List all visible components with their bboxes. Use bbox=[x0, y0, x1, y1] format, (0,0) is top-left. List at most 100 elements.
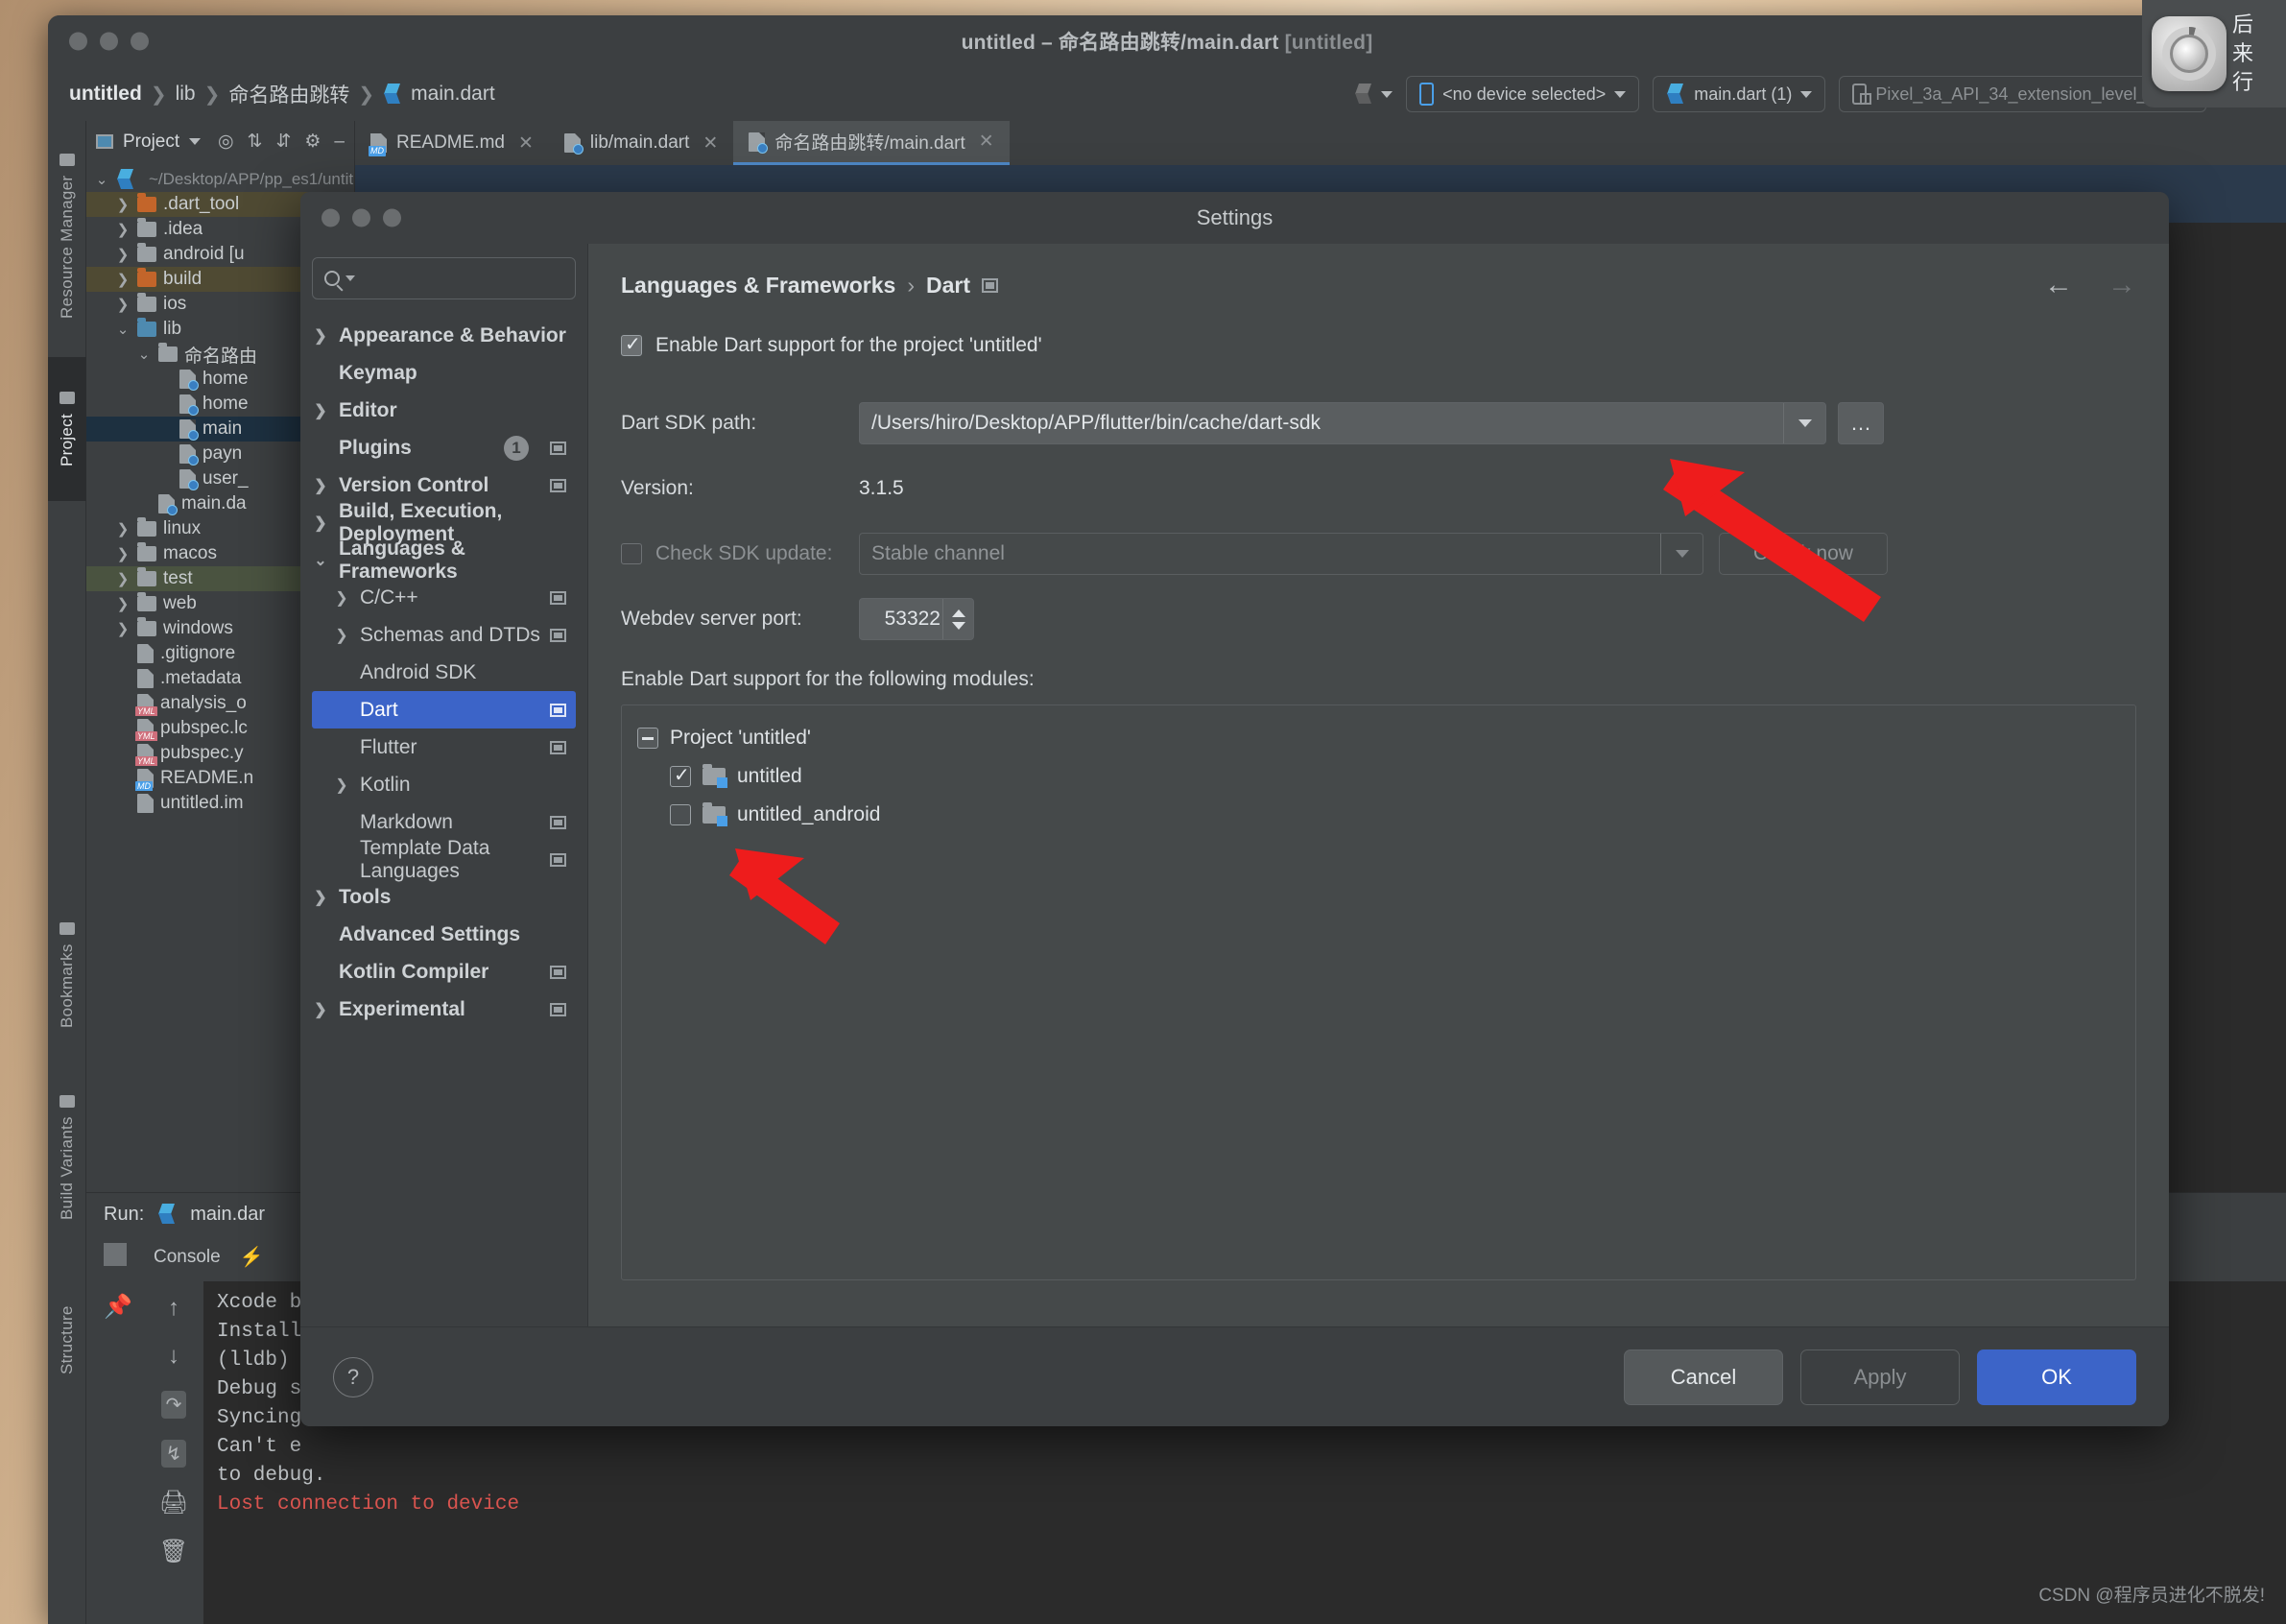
editor-tab[interactable]: MDREADME.md✕ bbox=[355, 121, 549, 165]
module-row[interactable]: untitled bbox=[637, 757, 2120, 796]
tree-expand-icon[interactable]: ❯ bbox=[115, 271, 131, 288]
close-tab-icon[interactable]: ✕ bbox=[702, 132, 718, 155]
enable-dart-support-row[interactable]: Enable Dart support for the project 'unt… bbox=[621, 334, 2136, 357]
flutter-device-group[interactable] bbox=[1354, 83, 1393, 106]
print-icon[interactable]: 🖨 bbox=[159, 1489, 188, 1517]
settings-category-editor[interactable]: ❯Editor bbox=[312, 392, 576, 429]
check-sdk-update-checkbox[interactable] bbox=[621, 543, 642, 564]
dialog-traffic-lights[interactable] bbox=[321, 209, 401, 227]
sidebar-item-build-variants[interactable]: Build Variants bbox=[48, 1062, 86, 1254]
nav-forward-icon[interactable]: → bbox=[2107, 269, 2136, 301]
tree-expand-icon[interactable]: ❯ bbox=[312, 1000, 329, 1019]
dart-sdk-path-input[interactable]: /Users/hiro/Desktop/APP/flutter/bin/cach… bbox=[859, 402, 1826, 444]
breadcrumb-file[interactable]: main.dart bbox=[411, 83, 495, 106]
dialog-minimize-button[interactable] bbox=[352, 209, 370, 227]
module-checkbox[interactable] bbox=[670, 804, 691, 825]
tree-expand-icon[interactable]: ❯ bbox=[312, 401, 329, 420]
tree-expand-icon[interactable]: ❯ bbox=[333, 776, 350, 795]
settings-category-advanced-settings[interactable]: Advanced Settings bbox=[312, 916, 576, 953]
settings-category-template-data-languages[interactable]: Template Data Languages bbox=[312, 841, 576, 878]
arrow-up-icon[interactable]: ↑ bbox=[168, 1295, 179, 1322]
tree-expand-icon[interactable]: ❯ bbox=[333, 626, 350, 645]
tree-expand-icon[interactable]: ❯ bbox=[115, 520, 131, 537]
tree-expand-icon[interactable]: ❯ bbox=[312, 513, 329, 533]
dialog-close-button[interactable] bbox=[321, 209, 340, 227]
gear-icon[interactable]: ⚙ bbox=[304, 131, 321, 153]
nav-back-icon[interactable]: ← bbox=[2044, 269, 2073, 301]
settings-category-flutter[interactable]: Flutter bbox=[312, 728, 576, 766]
editor-tab[interactable]: 命名路由跳转/main.dart✕ bbox=[733, 121, 1009, 165]
soft-wrap-icon[interactable]: ↷ bbox=[161, 1391, 187, 1419]
settings-category-languages-frameworks[interactable]: ⌄Languages & Frameworks bbox=[312, 541, 576, 579]
tree-expand-icon[interactable]: ❯ bbox=[312, 326, 329, 346]
maximize-window-button[interactable] bbox=[131, 33, 149, 51]
settings-category-c-c[interactable]: ❯C/C++ bbox=[312, 579, 576, 616]
settings-category-android-sdk[interactable]: Android SDK bbox=[312, 654, 576, 691]
settings-category-keymap[interactable]: Keymap bbox=[312, 354, 576, 392]
collapse-all-icon[interactable]: ⇅ bbox=[248, 131, 263, 153]
chevron-down-icon[interactable] bbox=[1660, 534, 1703, 574]
dialog-maximize-button[interactable] bbox=[383, 209, 401, 227]
trash-icon[interactable]: 🗑 bbox=[159, 1538, 188, 1565]
window-traffic-lights[interactable] bbox=[69, 33, 149, 51]
settings-category-schemas-and-dtds[interactable]: ❯Schemas and DTDs bbox=[312, 616, 576, 654]
cancel-button[interactable]: Cancel bbox=[1624, 1349, 1783, 1405]
tree-row[interactable]: ⌄untitled~/Desktop/APP/pp_es1/untitled bbox=[86, 167, 354, 192]
stepper-up-icon[interactable] bbox=[952, 609, 965, 617]
help-button[interactable]: ? bbox=[333, 1357, 373, 1397]
webdev-port-stepper[interactable]: 53322 bbox=[859, 598, 974, 640]
tree-expand-icon[interactable]: ❯ bbox=[115, 620, 131, 637]
tree-expand-icon[interactable]: ❯ bbox=[115, 196, 131, 213]
target-icon[interactable]: ◎ bbox=[218, 131, 234, 153]
breadcrumb-folder[interactable]: lib bbox=[176, 83, 196, 106]
apply-button[interactable]: Apply bbox=[1800, 1349, 1960, 1405]
tree-expand-icon[interactable]: ❯ bbox=[115, 246, 131, 263]
expand-all-icon[interactable]: ⇵ bbox=[275, 131, 291, 153]
device-selector-button[interactable]: <no device selected> bbox=[1406, 76, 1639, 112]
minimize-window-button[interactable] bbox=[100, 33, 118, 51]
tree-expand-icon[interactable]: ❯ bbox=[115, 221, 131, 238]
module-row[interactable]: untitled_android bbox=[637, 796, 2120, 834]
settings-category-kotlin[interactable]: ❯Kotlin bbox=[312, 766, 576, 803]
close-tab-icon[interactable]: ✕ bbox=[979, 131, 994, 153]
arrow-down-icon[interactable]: ↓ bbox=[168, 1343, 179, 1370]
sidebar-item-bookmarks[interactable]: Bookmarks bbox=[48, 898, 86, 1052]
settings-search-box[interactable] bbox=[312, 257, 576, 299]
pin-icon[interactable]: 📌 bbox=[104, 1293, 132, 1321]
run-configuration-button[interactable]: main.dart (1) bbox=[1653, 76, 1825, 112]
enable-dart-support-checkbox[interactable] bbox=[621, 335, 642, 356]
tree-expand-icon[interactable]: ❯ bbox=[333, 588, 350, 608]
check-now-button[interactable]: Check now bbox=[1719, 533, 1888, 575]
breadcrumb-project[interactable]: untitled bbox=[69, 83, 142, 106]
tree-expand-icon[interactable]: ❯ bbox=[115, 296, 131, 313]
browse-sdk-button[interactable]: … bbox=[1838, 402, 1884, 444]
module-checkbox[interactable] bbox=[670, 766, 691, 787]
settings-category-experimental[interactable]: ❯Experimental bbox=[312, 991, 576, 1028]
tree-expand-icon[interactable]: ⌄ bbox=[115, 321, 131, 338]
chevron-down-icon[interactable] bbox=[1783, 403, 1825, 443]
modules-list[interactable]: Project 'untitled'untitleduntitled_andro… bbox=[621, 705, 2136, 1280]
tree-expand-icon[interactable]: ❯ bbox=[312, 888, 329, 907]
sdk-channel-select[interactable]: Stable channel bbox=[859, 533, 1703, 575]
sidebar-item-resource-manager[interactable]: Resource Manager bbox=[48, 121, 86, 351]
sidebar-item-structure[interactable]: Structure bbox=[48, 1263, 86, 1417]
tab-console[interactable]: Console bbox=[154, 1247, 221, 1268]
tree-expand-icon[interactable]: ⌄ bbox=[94, 171, 109, 188]
chevron-down-icon[interactable] bbox=[189, 138, 201, 145]
collapse-node-icon[interactable] bbox=[637, 728, 658, 749]
minimize-icon[interactable]: – bbox=[334, 131, 345, 153]
close-tab-icon[interactable]: ✕ bbox=[518, 132, 534, 155]
settings-category-appearance-behavior[interactable]: ❯Appearance & Behavior bbox=[312, 317, 576, 354]
ok-button[interactable]: OK bbox=[1977, 1349, 2136, 1405]
editor-tab[interactable]: lib/main.dart✕ bbox=[549, 121, 733, 165]
module-row[interactable]: Project 'untitled' bbox=[637, 719, 2120, 757]
stepper-down-icon[interactable] bbox=[952, 622, 965, 630]
check-sdk-update-group[interactable]: Check SDK update: bbox=[621, 542, 859, 565]
tree-expand-icon[interactable]: ⌄ bbox=[312, 551, 329, 570]
tree-expand-icon[interactable]: ❯ bbox=[115, 545, 131, 562]
settings-search-input[interactable] bbox=[361, 268, 588, 290]
settings-category-build-execution-deployment[interactable]: ❯Build, Execution, Deployment bbox=[312, 504, 576, 541]
stop-button[interactable] bbox=[104, 1243, 127, 1266]
tree-expand-icon[interactable]: ⌄ bbox=[136, 346, 152, 363]
settings-category-version-control[interactable]: ❯Version Control bbox=[312, 466, 576, 504]
